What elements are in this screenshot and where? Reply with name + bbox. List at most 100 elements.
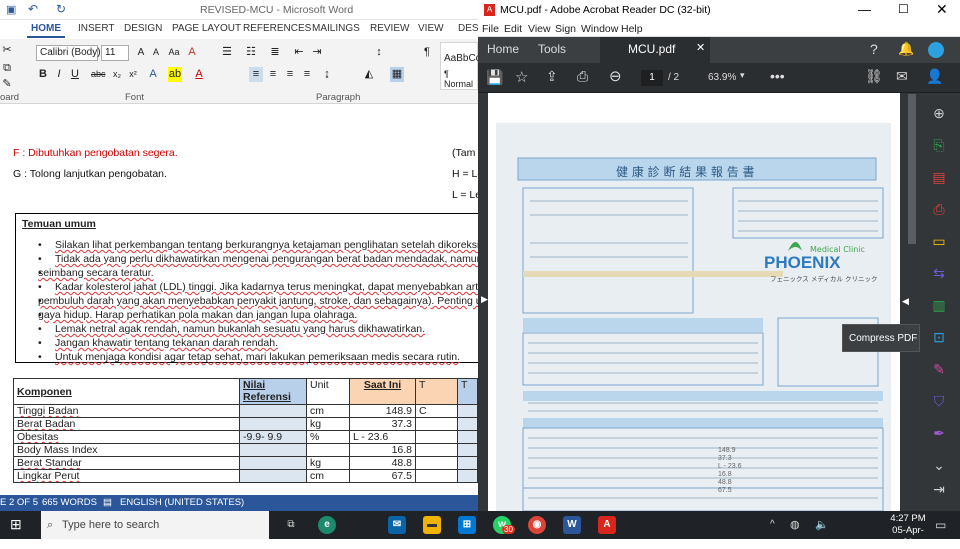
tab-design[interactable]: DESIGN xyxy=(124,23,162,34)
zoom-out-icon[interactable]: ⊖ xyxy=(609,67,622,85)
numbering-icon[interactable]: ☷ xyxy=(244,45,258,60)
tray-chevron-icon[interactable]: ^ xyxy=(770,519,775,530)
language[interactable]: ENGLISH (UNITED STATES) xyxy=(120,497,244,508)
tab-home-acro[interactable]: Home xyxy=(487,42,519,56)
right-panel-toggle-icon[interactable]: ◀ xyxy=(902,296,909,307)
zoom-dropdown-icon[interactable]: ▾ xyxy=(740,70,745,81)
minimize-icon[interactable]: — xyxy=(858,2,871,17)
compress-pdf-icon[interactable]: ⊡ xyxy=(928,327,950,347)
protect-icon[interactable]: ⛉ xyxy=(928,391,950,411)
zoom-level[interactable]: 63.9% xyxy=(708,72,736,83)
tab-tools[interactable]: Tools xyxy=(538,42,566,56)
maximize-icon[interactable]: ☐ xyxy=(898,2,909,16)
upload-icon[interactable]: ⇪ xyxy=(546,68,558,85)
show-formatting-icon[interactable]: ¶ xyxy=(420,45,434,60)
help-icon[interactable]: ? xyxy=(870,41,878,57)
shrink-font-icon[interactable]: A xyxy=(149,45,163,60)
tab-mcu-pdf[interactable]: MCU.pdf ✕ xyxy=(600,37,710,63)
highlight-icon[interactable]: ab xyxy=(168,67,182,82)
menu-help[interactable]: Help xyxy=(621,23,643,35)
collapse-pane-icon[interactable]: ⇥ xyxy=(928,479,950,499)
bold-icon[interactable]: B xyxy=(36,67,50,82)
format-painter-icon[interactable]: ✎ xyxy=(0,77,14,92)
close-icon[interactable]: ✕ xyxy=(936,1,948,18)
scrollbar[interactable] xyxy=(908,94,916,244)
font-name-box[interactable]: Calibri (Body) xyxy=(36,45,101,61)
menu-window[interactable]: Window xyxy=(581,23,618,35)
justify-icon[interactable]: ≡ xyxy=(300,67,314,82)
notifications-icon[interactable]: ▭ xyxy=(935,518,946,532)
print-icon[interactable]: ⎙ xyxy=(577,68,588,85)
increase-indent-icon[interactable]: ⇥ xyxy=(310,45,324,60)
save-icon[interactable]: 💾 xyxy=(486,69,503,86)
multilevel-list-icon[interactable]: ≣ xyxy=(268,45,282,60)
add-user-icon[interactable]: 👤 xyxy=(926,68,943,85)
text-effects-icon[interactable]: A xyxy=(146,67,160,82)
close-tab-icon[interactable]: ✕ xyxy=(696,41,705,54)
document-page[interactable]: F : Dibutuhkan pengobatan segera. G : To… xyxy=(0,104,478,495)
copy-icon[interactable]: ⧉ xyxy=(0,61,14,76)
proofing-icon[interactable]: ▤ xyxy=(103,497,112,508)
menu-sign[interactable]: Sign xyxy=(555,23,576,35)
borders-icon[interactable]: ▦ xyxy=(390,67,404,82)
star-icon[interactable]: ☆ xyxy=(515,68,528,86)
organize-pages-icon[interactable]: ⇆ xyxy=(928,263,950,283)
edit-pdf-icon[interactable]: ▥ xyxy=(928,295,950,315)
change-case-icon[interactable]: Aa xyxy=(167,45,181,60)
redact-icon[interactable]: ✒ xyxy=(928,423,950,443)
clear-format-icon[interactable]: A xyxy=(185,45,199,60)
sort-icon[interactable]: ↕ xyxy=(372,45,386,60)
page-number-input[interactable]: 1 xyxy=(641,70,663,86)
network-icon[interactable]: ◍ xyxy=(790,518,800,531)
save-icon[interactable]: ▣ xyxy=(6,3,16,16)
superscript-icon[interactable]: x² xyxy=(126,67,140,82)
comment-icon[interactable]: ▭ xyxy=(928,231,950,251)
shading-icon[interactable]: ◭ xyxy=(362,67,376,82)
tab-page-layout[interactable]: PAGE LAYOUT xyxy=(172,23,241,34)
tab-review[interactable]: REVIEW xyxy=(370,23,409,34)
avatar[interactable] xyxy=(928,42,944,58)
fill-sign-icon[interactable]: ✎ xyxy=(928,359,950,379)
link-icon[interactable]: ⛓ xyxy=(865,68,883,85)
zoom-in-icon[interactable]: ⊕ xyxy=(928,103,950,123)
style-gallery[interactable]: AaBbCc ¶ Normal xyxy=(440,42,478,90)
clock[interactable]: 4:27 PM 05-Apr-21 xyxy=(888,513,928,549)
edge-icon[interactable]: e xyxy=(318,516,336,534)
line-spacing-icon[interactable]: ↨ xyxy=(320,67,334,82)
chrome-icon[interactable]: ◉ xyxy=(528,516,546,534)
chevron-down-icon[interactable]: ⌄ xyxy=(928,455,950,475)
combine-icon[interactable]: ▤ xyxy=(928,167,950,187)
underline-icon[interactable]: U xyxy=(68,67,82,82)
export-pdf-icon[interactable]: ⎙ xyxy=(928,199,950,219)
italic-icon[interactable]: I xyxy=(52,67,66,82)
task-view-icon[interactable]: ⧉ xyxy=(282,516,300,534)
strikethrough-icon[interactable]: abc xyxy=(91,67,106,82)
redo-icon[interactable]: ↻ xyxy=(56,2,66,16)
tab-references[interactable]: REFERENCES xyxy=(243,23,311,34)
file-explorer-icon[interactable]: ▬ xyxy=(423,516,441,534)
more-tools-icon[interactable]: ••• xyxy=(770,68,785,84)
store-icon[interactable]: ⊞ xyxy=(458,516,476,534)
bell-icon[interactable]: 🔔 xyxy=(898,41,914,57)
tab-view[interactable]: VIEW xyxy=(418,23,444,34)
tab-home[interactable]: HOME xyxy=(27,21,65,38)
volume-icon[interactable]: 🔈 xyxy=(815,518,829,531)
left-panel-toggle-icon[interactable]: ▶ xyxy=(481,294,488,305)
menu-edit[interactable]: Edit xyxy=(504,23,522,35)
align-right-icon[interactable]: ≡ xyxy=(283,67,297,82)
word-count[interactable]: 665 WORDS xyxy=(42,497,97,508)
cut-icon[interactable]: ✂ xyxy=(0,43,14,58)
bullets-icon[interactable]: ☰ xyxy=(220,45,234,60)
page-count[interactable]: E 2 OF 5 xyxy=(0,497,38,508)
tab-insert[interactable]: INSERT xyxy=(78,23,115,34)
font-color-icon[interactable]: A xyxy=(192,67,206,82)
search-box[interactable]: ⌕ Type here to search xyxy=(41,511,269,539)
mail-icon[interactable]: ✉ xyxy=(388,516,406,534)
align-left-icon[interactable]: ≡ xyxy=(249,67,263,82)
font-size-box[interactable]: 11 xyxy=(101,45,129,61)
mail-icon[interactable]: ✉ xyxy=(896,68,908,85)
align-center-icon[interactable]: ≡ xyxy=(266,67,280,82)
grow-font-icon[interactable]: A xyxy=(134,45,148,60)
create-pdf-icon[interactable]: ⎘ xyxy=(928,135,950,155)
tab-mailings[interactable]: MAILINGS xyxy=(312,23,360,34)
